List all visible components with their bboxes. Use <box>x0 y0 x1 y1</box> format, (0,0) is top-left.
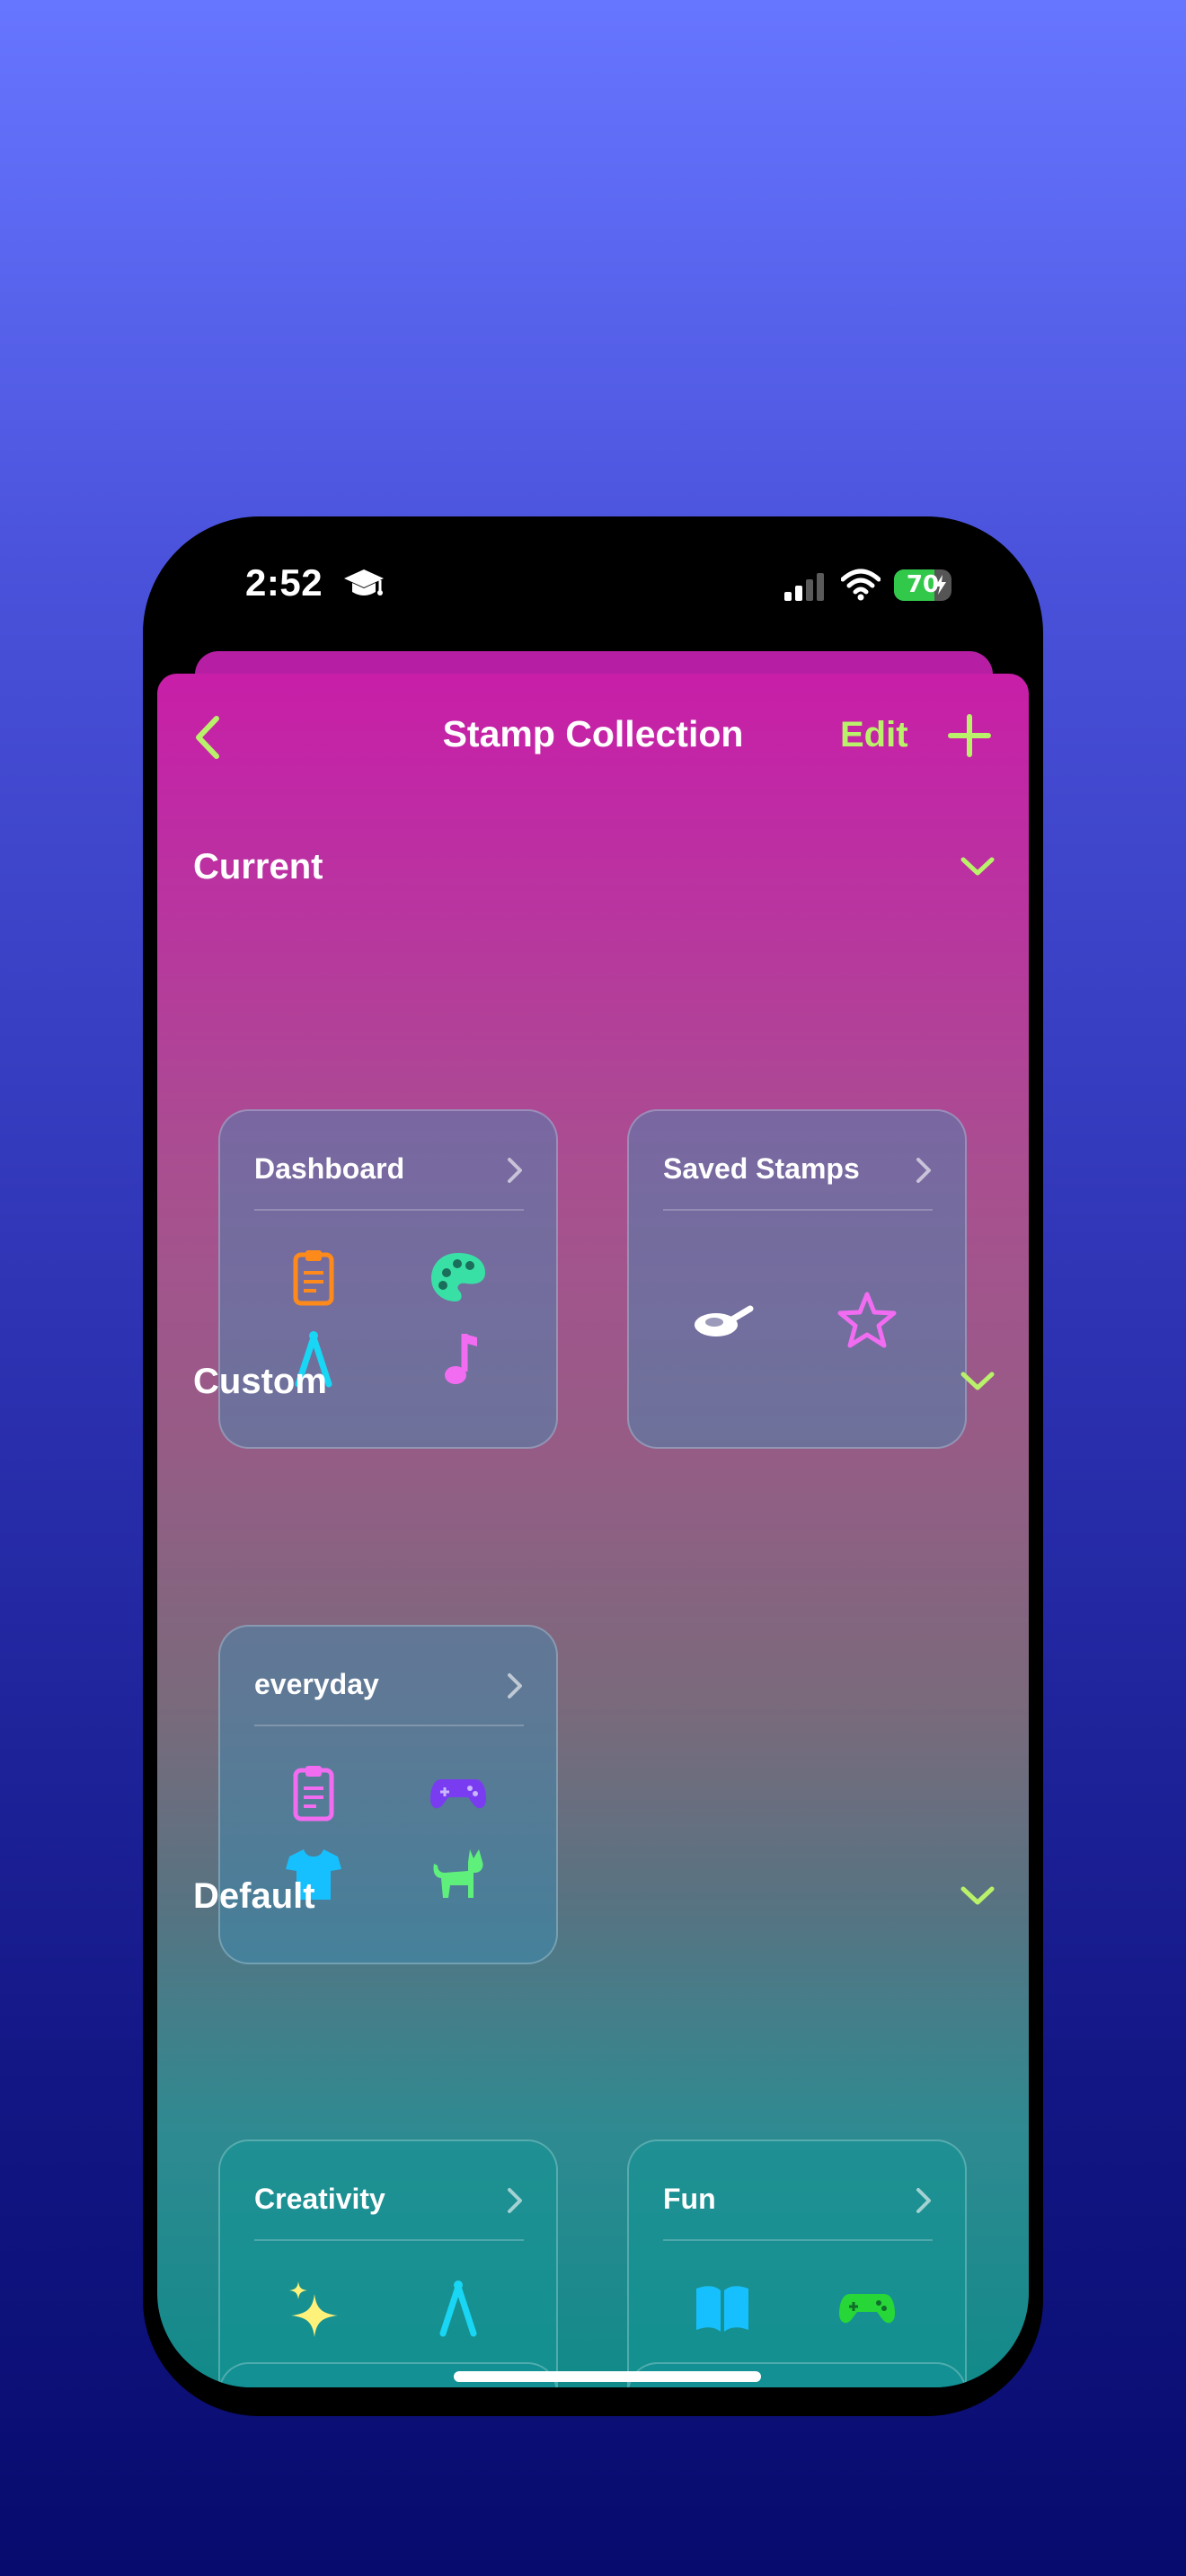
gamecontroller-icon <box>430 1779 486 1809</box>
card-divider <box>663 1209 933 1211</box>
collection-card-creativity[interactable]: Creativity <box>218 2139 558 2387</box>
graduation-cap-icon <box>344 569 384 595</box>
chevron-right-icon <box>508 1673 522 1698</box>
status-bar: 2:52 70 <box>143 516 1043 660</box>
home-indicator[interactable] <box>454 2371 761 2382</box>
phone-frame: 2:52 70 Stamp Collection Edit Current Da… <box>143 516 1043 2416</box>
card-title: Fun <box>663 2183 716 2215</box>
status-time: 2:52 <box>245 561 323 604</box>
card-divider <box>663 2239 933 2241</box>
chevron-right-icon <box>916 2188 931 2213</box>
section-title-default: Default <box>193 1876 315 1916</box>
palette-icon <box>431 1253 485 1301</box>
section-title-custom: Custom <box>193 1362 327 1401</box>
chevron-down-icon[interactable] <box>959 1370 996 1393</box>
cat-icon <box>433 1849 483 1898</box>
chevron-down-icon[interactable] <box>959 1884 996 1908</box>
card-divider <box>254 2239 524 2241</box>
gamecontroller-icon <box>839 2294 895 2324</box>
card-divider <box>254 1725 524 1726</box>
edit-button[interactable]: Edit <box>840 715 908 755</box>
book-icon <box>696 2286 748 2332</box>
sparkles-icon <box>289 2281 338 2337</box>
chevron-down-icon[interactable] <box>959 855 996 878</box>
star-icon <box>837 1292 897 1348</box>
frying-pan-icon <box>695 1305 754 1337</box>
collection-card-saved-stamps[interactable]: Saved Stamps <box>627 1109 967 1449</box>
chevron-right-icon <box>508 2188 522 2213</box>
section-title-current: Current <box>193 847 323 887</box>
card-title: everyday <box>254 1668 379 1700</box>
chevron-right-icon <box>508 1158 522 1183</box>
chevron-right-icon <box>916 1158 931 1183</box>
card-title: Dashboard <box>254 1152 405 1185</box>
cellular-signal-icon <box>784 573 824 601</box>
card-divider <box>254 1209 524 1211</box>
music-note-icon <box>445 1334 477 1384</box>
stamp-collection-screen: Stamp Collection Edit Current Dashboard <box>157 674 1029 2387</box>
card-title: Saved Stamps <box>663 1152 860 1185</box>
collection-card-fun[interactable]: Fun <box>627 2139 967 2387</box>
wifi-icon <box>841 569 881 601</box>
drafting-compass-icon <box>439 2280 477 2337</box>
card-title: Creativity <box>254 2183 385 2215</box>
clipboard-icon <box>293 1766 334 1822</box>
charging-bolt-icon <box>935 575 946 595</box>
clipboard-icon <box>293 1250 334 1306</box>
battery-indicator: 70 <box>894 569 951 601</box>
plus-icon[interactable] <box>947 713 992 758</box>
